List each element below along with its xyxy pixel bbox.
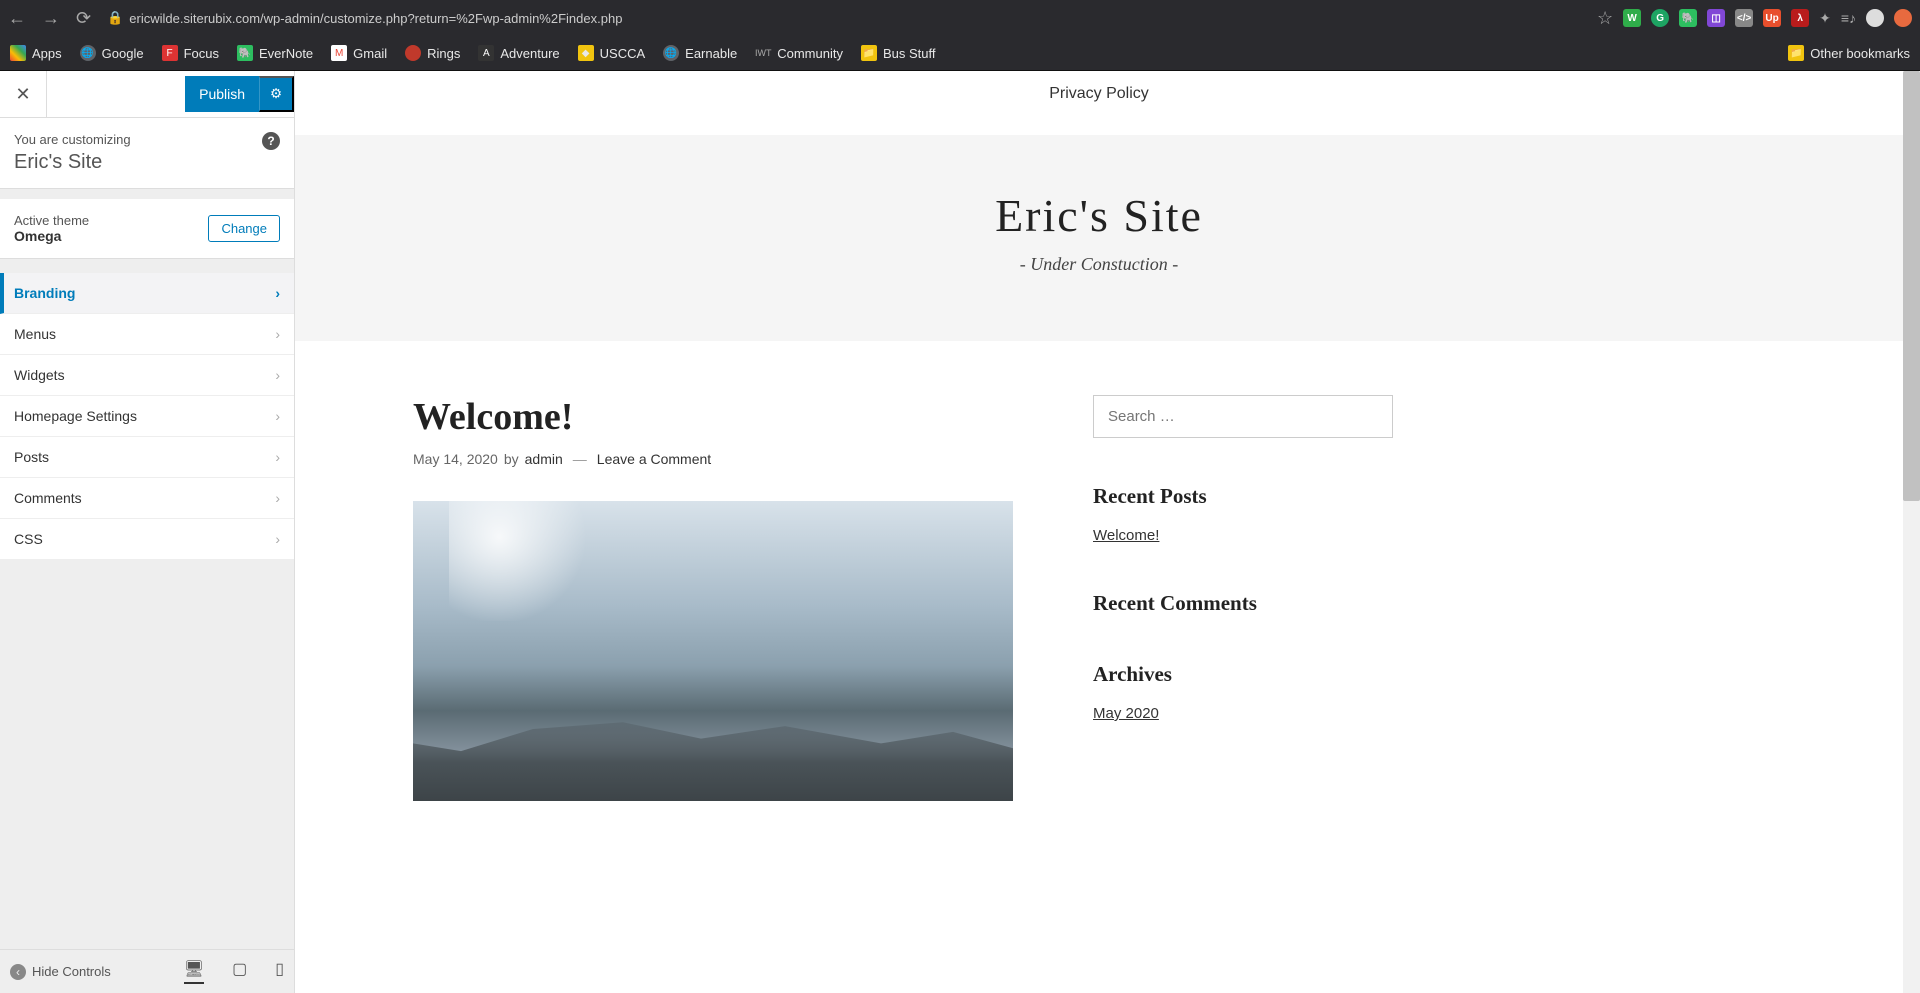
panel-item-branding[interactable]: Branding› (0, 273, 294, 314)
star-icon[interactable]: ☆ (1597, 8, 1613, 29)
main-content: Welcome! May 14, 2020 by admin — Leave a… (413, 395, 1013, 801)
extension-icon[interactable]: </> (1735, 9, 1753, 27)
reload-button[interactable]: ⟳ (76, 8, 91, 29)
extensions-button[interactable]: ✦ (1819, 10, 1831, 27)
chevron-right-icon: › (275, 531, 280, 547)
customizing-label: You are customizing (14, 132, 280, 147)
browser-toolbar: ← → ⟳ 🔒 ericwilde.siterubix.com/wp-admin… (0, 0, 1920, 36)
site-preview: Privacy Policy Eric's Site - Under Const… (295, 71, 1920, 993)
recent-posts-title: Recent Posts (1093, 484, 1393, 509)
active-theme-label: Active theme (14, 213, 89, 228)
bookmark-gmail[interactable]: MGmail (331, 45, 387, 61)
tablet-preview-icon[interactable]: ▢ (232, 959, 247, 984)
bookmark-bus-stuff[interactable]: 📁Bus Stuff (861, 45, 936, 61)
leave-comment-link[interactable]: Leave a Comment (597, 451, 711, 467)
chevron-right-icon: › (275, 408, 280, 424)
help-icon[interactable]: ? (262, 132, 280, 150)
change-theme-button[interactable]: Change (208, 215, 280, 242)
panel-item-menus[interactable]: Menus› (0, 314, 294, 355)
scrollbar-track[interactable] (1903, 71, 1920, 993)
mobile-preview-icon[interactable]: ▯ (275, 959, 284, 984)
address-bar[interactable]: 🔒 ericwilde.siterubix.com/wp-admin/custo… (101, 10, 1587, 26)
extension-icon[interactable]: 🐘 (1679, 9, 1697, 27)
extension-icon[interactable]: λ (1791, 9, 1809, 27)
site-header: Eric's Site - Under Constuction - (295, 135, 1903, 341)
close-customizer-button[interactable]: ✕ (0, 71, 47, 118)
panel-item-css[interactable]: CSS› (0, 519, 294, 560)
bookmark-community[interactable]: IWTCommunity (755, 45, 843, 61)
extension-icon[interactable]: W (1623, 9, 1641, 27)
preview-sidebar: Recent Posts Welcome! Recent Comments Ar… (1093, 395, 1393, 801)
bookmark-earnable[interactable]: 🌐Earnable (663, 45, 737, 61)
chevron-right-icon: › (275, 326, 280, 342)
avatar[interactable] (1866, 9, 1884, 27)
panel-item-homepage[interactable]: Homepage Settings› (0, 396, 294, 437)
chevron-right-icon: › (275, 449, 280, 465)
extension-icon[interactable]: Up (1763, 9, 1781, 27)
customizer-panel: ✕ Publish ⚙ ? You are customizing Eric's… (0, 71, 295, 993)
search-input[interactable] (1093, 395, 1393, 438)
panel-item-comments[interactable]: Comments› (0, 478, 294, 519)
bookmark-rings[interactable]: Rings (405, 45, 460, 61)
customizing-info: ? You are customizing Eric's Site (0, 118, 294, 189)
nav-link-privacy[interactable]: Privacy Policy (1049, 85, 1149, 102)
bookmark-uscca[interactable]: ◆USCCA (578, 45, 646, 61)
bookmark-adventure[interactable]: AAdventure (478, 45, 559, 61)
post-featured-image (413, 501, 1013, 801)
lock-icon: 🔒 (107, 10, 123, 26)
site-top-nav: Privacy Policy (295, 71, 1903, 135)
chevron-left-icon: ‹ (10, 964, 26, 980)
post-date: May 14, 2020 (413, 451, 498, 467)
extension-icon[interactable]: G (1651, 9, 1669, 27)
publish-button[interactable]: Publish (185, 76, 259, 112)
meta-separator: — (573, 451, 587, 467)
desktop-preview-icon[interactable]: 🖥 (184, 959, 204, 984)
scrollbar-thumb[interactable] (1903, 71, 1920, 501)
site-tagline: - Under Constuction - (295, 254, 1903, 275)
panel-item-widgets[interactable]: Widgets› (0, 355, 294, 396)
extension-icon[interactable]: ◫ (1707, 9, 1725, 27)
customizer-menu: Branding› Menus› Widgets› Homepage Setti… (0, 273, 294, 560)
bookmark-evernote[interactable]: 🐘EverNote (237, 45, 313, 61)
post-author-link[interactable]: admin (525, 451, 563, 467)
chevron-right-icon: › (275, 367, 280, 383)
panel-item-posts[interactable]: Posts› (0, 437, 294, 478)
forward-button[interactable]: → (42, 8, 60, 29)
media-icon[interactable]: ≡♪ (1841, 10, 1856, 26)
archive-link[interactable]: May 2020 (1093, 705, 1159, 722)
site-title[interactable]: Eric's Site (295, 189, 1903, 242)
extension-icon[interactable] (1894, 9, 1912, 27)
customizer-footer: ‹ Hide Controls 🖥 ▢ ▯ (0, 949, 294, 993)
theme-name: Omega (14, 228, 89, 244)
bookmark-google[interactable]: 🌐Google (80, 45, 144, 61)
recent-post-link[interactable]: Welcome! (1093, 527, 1159, 544)
bookmarks-bar: Apps 🌐Google FFocus 🐘EverNote MGmail Rin… (0, 36, 1920, 71)
hide-controls-button[interactable]: ‹ Hide Controls (10, 964, 111, 980)
bookmark-apps[interactable]: Apps (10, 45, 62, 61)
customizing-site-name: Eric's Site (14, 151, 280, 174)
other-bookmarks[interactable]: 📁Other bookmarks (1788, 45, 1910, 61)
chevron-right-icon: › (275, 490, 280, 506)
url-text: ericwilde.siterubix.com/wp-admin/customi… (129, 11, 622, 26)
recent-comments-title: Recent Comments (1093, 591, 1393, 616)
post-title[interactable]: Welcome! (413, 395, 1013, 439)
back-button[interactable]: ← (8, 8, 26, 29)
archives-title: Archives (1093, 662, 1393, 687)
publish-settings-button[interactable]: ⚙ (259, 76, 294, 112)
post-meta: May 14, 2020 by admin — Leave a Comment (413, 451, 1013, 467)
active-theme-block: Active theme Omega Change (0, 199, 294, 259)
chevron-right-icon: › (275, 285, 280, 301)
bookmark-focus[interactable]: FFocus (162, 45, 219, 61)
